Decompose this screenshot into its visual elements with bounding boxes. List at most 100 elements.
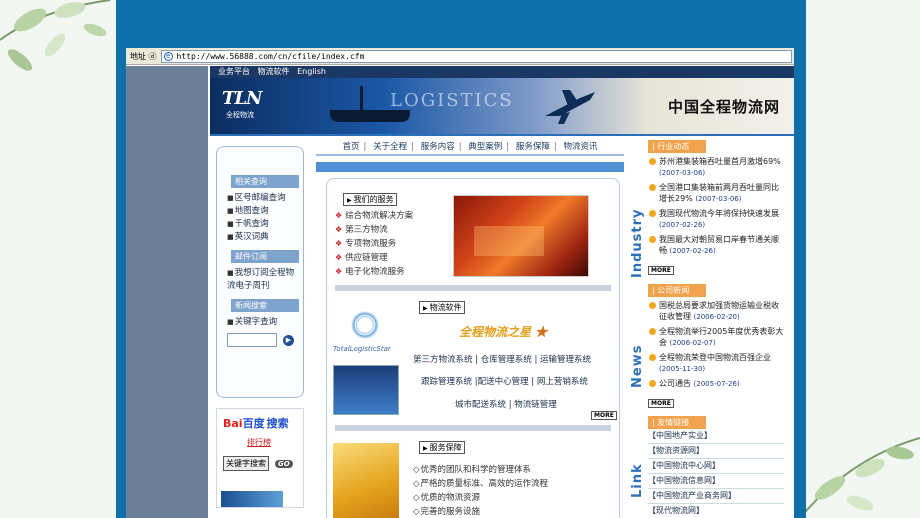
- keyword-search-button[interactable]: 关键字搜索: [223, 456, 269, 471]
- link-subscribe[interactable]: 我想订阅全程物流电子周刊: [221, 267, 303, 293]
- leaf-decoration: [0, 0, 111, 71]
- industry-header: 行业动态: [648, 140, 706, 153]
- baidu-search-row: 关键字搜索 GO: [223, 456, 303, 471]
- right-column: Industry News Link 行业动态 苏州港集装箱吞吐量首月激增69%…: [630, 138, 794, 518]
- industry-vertical-label: Industry: [630, 208, 645, 279]
- service-item[interactable]: 电子化物流服务: [335, 265, 413, 279]
- nav-services[interactable]: 服务内容: [421, 142, 455, 152]
- section-divider: [335, 425, 611, 431]
- news-text: 我国现代物流今年将保持快速发展: [659, 209, 779, 218]
- software-row[interactable]: 跟踪管理系统 |配送中心管理 | 网上营销系统: [421, 375, 588, 387]
- news-date: (2005-11-30): [659, 365, 706, 373]
- crane-graphic: [360, 86, 363, 112]
- banner-watermark: LOGISTICS: [390, 90, 514, 111]
- baidu-logo[interactable]: Bai百度 搜索: [223, 415, 303, 431]
- baidu-logo-text: Bai: [223, 417, 243, 430]
- friend-link[interactable]: 【中国物流信息网】: [648, 474, 784, 489]
- industry-panel: 行业动态 苏州港集装箱吞吐量首月激增69% (2007-03-06) 全国港口集…: [648, 140, 784, 276]
- nav-info[interactable]: 物流资讯: [563, 142, 597, 152]
- main-column: 首页| 关于全程| 服务内容| 典型案例| 服务保障| 物流资讯 我们的服务 综…: [316, 138, 624, 518]
- tls-logo[interactable]: TotalLogisticStar: [333, 307, 405, 353]
- guarantee-title: 服务保障: [419, 441, 465, 454]
- guarantee-item[interactable]: 优质的物流资源: [413, 491, 548, 505]
- guarantee-item[interactable]: 严格的质量标准、高效的运作流程: [413, 477, 549, 491]
- news-item[interactable]: 我国最大对朝贸易口岸春节通关顺畅 (2007-02-26): [648, 234, 784, 257]
- browser-window: 地址 ⓓ e http://www.56888.com/cn/cfile/ind…: [126, 48, 794, 518]
- url-field[interactable]: e http://www.56888.com/cn/cfile/index.cf…: [160, 49, 792, 63]
- left-column: 相关查询 区号邮编查询 地图查询 千帆查询 英汉词典 邮件订阅 我想订阅全程物流…: [216, 146, 304, 508]
- company-news-panel: 公司新闻 国税总局要求加强货物运输业税收征收管理 (2006-02-20) 全程…: [648, 284, 784, 409]
- site-logo[interactable]: TLN: [222, 88, 263, 109]
- guarantee-photo: [333, 443, 399, 518]
- url-text: http://www.56888.com/cn/cfile/index.cfm: [176, 51, 365, 61]
- link-map[interactable]: 地图查询: [221, 205, 303, 218]
- truck-photo: [453, 195, 589, 277]
- nav-about[interactable]: 关于全程: [373, 142, 407, 152]
- guarantee-list: 优秀的团队和科学的管理体系 严格的质量标准、高效的运作流程 优质的物流资源 完善…: [413, 463, 549, 518]
- link-zipcode[interactable]: 区号邮编查询: [221, 192, 303, 205]
- left-panel: 相关查询 区号邮编查询 地图查询 千帆查询 英汉词典 邮件订阅 我想订阅全程物流…: [216, 146, 304, 398]
- guarantee-item[interactable]: 优秀的团队和科学的管理体系: [413, 463, 548, 477]
- news-date: (2005-07-26): [693, 380, 740, 388]
- news-item[interactable]: 公司通告 (2005-07-26): [648, 378, 784, 390]
- company-news-more-button[interactable]: MORE: [648, 399, 674, 408]
- keyword-query-label: 关键字查询: [221, 316, 303, 329]
- search-go-icon[interactable]: ▶: [283, 334, 294, 346]
- site-slogan: 中国全程物流网: [667, 98, 780, 116]
- software-row[interactable]: 城市配送系统 | 物流链管理: [455, 398, 557, 410]
- service-item[interactable]: 供应链管理: [335, 251, 413, 265]
- nav-underbar: [316, 162, 624, 172]
- news-text: 苏州港集装箱吞吐量首月激增69%: [659, 157, 781, 166]
- news-item[interactable]: 苏州港集装箱吞吐量首月激增69% (2007-03-06): [648, 156, 784, 179]
- news-vertical-label: News: [630, 344, 645, 388]
- tls-sun-icon: [347, 307, 383, 343]
- news-search-input[interactable]: [227, 333, 277, 347]
- service-item[interactable]: 综合物流解决方案: [335, 209, 413, 223]
- friend-link[interactable]: 【物流资源网】: [648, 444, 784, 459]
- guarantee-item[interactable]: 完善的服务设施: [413, 505, 548, 518]
- friend-link[interactable]: 【中国地产实业】: [648, 429, 784, 444]
- news-text: 全程物流荣登中国物流百强企业: [659, 353, 771, 362]
- tls-banner-strip[interactable]: [221, 491, 283, 507]
- software-more-button[interactable]: MORE: [591, 411, 617, 420]
- services-list: 综合物流解决方案 第三方物流 专项物流服务 供应链管理 电子化物流服务: [335, 209, 413, 279]
- nav-guarantee[interactable]: 服务保障: [516, 142, 550, 152]
- news-item[interactable]: 我国现代物流今年将保持快速发展 (2007-02-26): [648, 208, 784, 231]
- address-bar: 地址 ⓓ e http://www.56888.com/cn/cfile/ind…: [126, 48, 794, 65]
- news-search-row: ▶: [227, 333, 303, 347]
- news-date: (2007-02-26): [659, 221, 706, 229]
- airplane-icon: [545, 90, 595, 124]
- friend-link[interactable]: 【中国物流产业商务网】: [648, 489, 784, 504]
- links-header: 友情链接: [648, 416, 706, 429]
- news-item[interactable]: 全程物流荣登中国物流百强企业 (2005-11-30): [648, 352, 784, 375]
- baidu-rank-link[interactable]: 排行榜: [247, 437, 303, 448]
- topnav-software[interactable]: 物流软件: [258, 67, 290, 76]
- website: 业务平台 物流软件 English TLN 全程物流 LOGISTICS 中国全…: [210, 66, 794, 518]
- news-date: (2007-02-26): [669, 247, 716, 255]
- nav-home[interactable]: 首页: [343, 142, 360, 152]
- links-panel: 友情链接 【中国地产实业】 【物流资源网】 【中国物流中心网】 【中国物流信息网…: [648, 416, 784, 518]
- main-content: 我们的服务 综合物流解决方案 第三方物流 专项物流服务 供应链管理 电子化物流服…: [326, 178, 620, 518]
- top-nav: 业务平台 物流软件 English: [210, 66, 794, 78]
- news-item[interactable]: 全国港口集装箱前两月吞吐量同比增长29% (2007-03-06): [648, 182, 784, 205]
- nav-cases[interactable]: 典型案例: [468, 142, 502, 152]
- service-item[interactable]: 专项物流服务: [335, 237, 413, 251]
- service-item[interactable]: 第三方物流: [335, 223, 413, 237]
- software-row[interactable]: 第三方物流系统 | 仓库管理系统 | 运输管理系统: [413, 353, 591, 365]
- friend-link[interactable]: 【中国物流中心网】: [648, 459, 784, 474]
- topnav-platform[interactable]: 业务平台: [218, 67, 250, 76]
- news-item[interactable]: 国税总局要求加强货物运输业税收征收管理 (2006-02-20): [648, 300, 784, 323]
- baidu-logo-search: 搜索: [266, 417, 289, 430]
- section-header-news-search: 新闻搜索: [231, 299, 299, 312]
- baidu-go-button[interactable]: GO: [275, 459, 293, 468]
- topnav-english[interactable]: English: [297, 67, 326, 76]
- software-brand: 全程物流之星: [459, 323, 547, 340]
- friend-link[interactable]: 【现代物流网】: [648, 504, 784, 518]
- baidu-logo-cn: 百度: [242, 417, 265, 430]
- left-gutter: [126, 66, 208, 518]
- section-header-query: 相关查询: [231, 175, 299, 188]
- news-item[interactable]: 全程物流举行2005年度优秀表彰大会 (2006-02-07): [648, 326, 784, 349]
- link-dictionary[interactable]: 英汉词典: [221, 231, 303, 244]
- industry-more-button[interactable]: MORE: [648, 266, 674, 275]
- link-qianfan[interactable]: 千帆查询: [221, 218, 303, 231]
